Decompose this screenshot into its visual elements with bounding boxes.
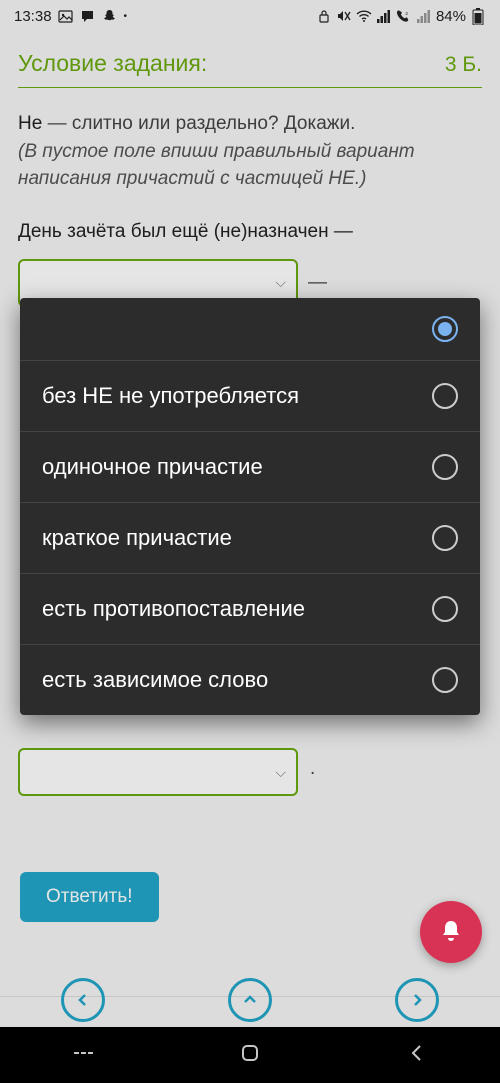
option-label: есть противопоставление [42,596,305,622]
mute-icon [336,8,352,24]
option-label: без НЕ не употребляется [42,383,299,409]
notifications-fab[interactable] [420,901,482,963]
status-bar: 13:38 • 2 84% [0,0,500,32]
bell-icon [437,918,465,946]
chevron-down-icon: ⌵ [275,274,286,291]
question-text: День зачёта был ещё (не)назначен — [18,221,482,243]
dropdown-option-empty[interactable] [20,298,480,361]
dash-text: — [308,272,327,294]
lock-icon [316,8,332,24]
radio-icon [432,454,458,480]
volte-icon: 2 [396,8,412,24]
status-right: 2 84% [316,8,486,25]
task-content: Условие задания: 3 Б. Не — слитно или ра… [0,32,500,335]
chevron-down-icon: ⌵ [275,764,286,781]
radio-icon [432,596,458,622]
wifi-icon [356,8,372,24]
answer-select-2[interactable]: ⌵ [18,748,298,796]
task-title: Условие задания: [18,50,207,77]
task-score: 3 Б. [445,53,482,77]
battery-percent: 84% [436,8,466,25]
svg-text:2: 2 [405,11,408,16]
task-prompt: Не — слитно или раздельно? Докажи. (В пу… [18,110,482,193]
dot-icon: • [124,11,128,22]
signal-icon [376,8,392,24]
dropdown-option-5[interactable]: есть зависимое слово [20,645,480,715]
prompt-line2: (В пустое поле впиши правильный вариант … [18,141,415,190]
home-button[interactable] [239,1042,261,1069]
gallery-icon [58,8,74,24]
option-label: есть зависимое слово [42,667,268,693]
dropdown-option-4[interactable]: есть противопоставление [20,574,480,645]
status-time: 13:38 [14,8,52,25]
radio-icon [432,667,458,693]
dropdown-option-3[interactable]: краткое причастие [20,503,480,574]
system-nav-bar [0,1027,500,1083]
nav-row [0,978,500,1022]
back-button[interactable] [406,1042,428,1069]
dropdown-option-1[interactable]: без НЕ не употребляется [20,361,480,432]
chat-icon [80,8,96,24]
nav-next-button[interactable] [395,978,439,1022]
prompt-prefix: Не [18,113,42,134]
answer-button[interactable]: Ответить! [20,872,159,922]
radio-selected-icon [432,316,458,342]
period-text: . [310,758,315,780]
status-left: 13:38 • [14,8,127,25]
recent-apps-button[interactable] [72,1042,94,1069]
nav-prev-button[interactable] [61,978,105,1022]
task-header: Условие задания: 3 Б. [18,50,482,88]
battery-icon [470,8,486,24]
snapchat-icon [102,8,118,24]
prompt-line1: — слитно или раздельно? Докажи. [42,113,355,134]
dropdown-option-2[interactable]: одиночное причастие [20,432,480,503]
radio-icon [432,383,458,409]
nav-up-button[interactable] [228,978,272,1022]
option-label: одиночное причастие [42,454,263,480]
option-label: краткое причастие [42,525,232,551]
radio-icon [432,525,458,551]
dropdown-menu: без НЕ не употребляется одиночное причас… [20,298,480,715]
signal2-icon [416,8,432,24]
